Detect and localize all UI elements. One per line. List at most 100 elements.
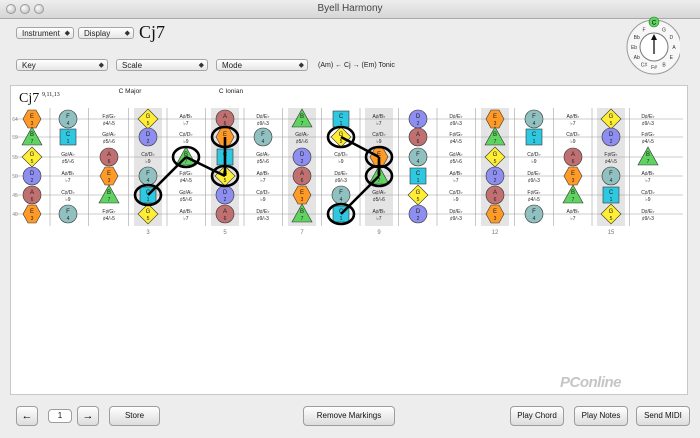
fret-note[interactable]: B7 xyxy=(21,126,43,146)
fret-note[interactable]: C1 xyxy=(332,110,350,128)
fret-note[interactable]: G♯/A♭♯5/♭6 xyxy=(61,152,74,165)
scale-select[interactable]: Scale ◆ xyxy=(116,59,208,71)
accidental-note-name: A♯/B♭ xyxy=(373,114,386,120)
note-degree: 4 xyxy=(147,178,150,184)
play-notes-button[interactable]: Play Notes xyxy=(574,406,628,426)
fret-note[interactable]: D2 xyxy=(408,204,428,224)
note-degree: 3 xyxy=(572,178,575,184)
remove-markings-button[interactable]: Remove Markings xyxy=(303,406,395,426)
fret-note[interactable]: F4 xyxy=(138,166,158,186)
note-degree: 6 xyxy=(494,197,497,203)
fret-note[interactable]: E3 xyxy=(99,166,119,186)
fret-note[interactable]: G♯/A♭♯5/♭6 xyxy=(179,190,192,203)
fret-note[interactable]: C♯/D♭♭9 xyxy=(566,132,579,145)
fret-note[interactable]: C1 xyxy=(59,128,77,146)
fret-note[interactable]: D♯/E♭♯9/♭3 xyxy=(449,114,462,127)
fret-note[interactable]: F4 xyxy=(58,109,78,129)
next-page-button[interactable]: → xyxy=(77,406,99,426)
fret-note[interactable]: F♯/G♭♯4/♭5 xyxy=(641,132,654,145)
fret-note[interactable]: C1 xyxy=(602,186,620,204)
fret-note[interactable]: C♯/D♭♭9 xyxy=(449,190,462,203)
fret-note[interactable]: D♯/E♭♯9/♭3 xyxy=(527,171,540,184)
fret-note[interactable]: D2 xyxy=(215,185,235,205)
fret-note[interactable]: D2 xyxy=(408,109,428,129)
fret-note[interactable]: C♯/D♭♭9 xyxy=(61,190,74,203)
fret-note[interactable]: D♯/E♭♯9/♭3 xyxy=(641,209,654,222)
fret-note[interactable]: G5 xyxy=(21,146,43,168)
fret-note[interactable]: A6 xyxy=(215,109,235,129)
fret-note[interactable]: F♯/G♭♯4/♭5 xyxy=(449,132,462,145)
fret-note[interactable]: F♯/G♭♯4/♭5 xyxy=(179,171,192,184)
fret-note[interactable]: B7 xyxy=(562,184,584,204)
fret-note[interactable]: A♯/B♭♭7 xyxy=(257,171,270,184)
fret-note[interactable]: A♯/B♭♭7 xyxy=(567,114,580,127)
send-midi-button[interactable]: Send MIDI xyxy=(636,406,690,426)
fret-note[interactable]: A6 xyxy=(99,147,119,167)
fret-note[interactable]: D2 xyxy=(22,166,42,186)
fret-note[interactable]: A6 xyxy=(22,185,42,205)
page-number-field[interactable]: 1 xyxy=(48,409,72,423)
display-select[interactable]: Display ◆ xyxy=(78,27,134,39)
fret-note[interactable]: A♯/B♭♭7 xyxy=(450,171,463,184)
fret-note[interactable]: F4 xyxy=(524,109,544,129)
fret-note[interactable]: A♯/B♭♭7 xyxy=(180,209,193,222)
fret-note[interactable]: D2 xyxy=(601,127,621,147)
fret-note[interactable]: C1 xyxy=(525,128,543,146)
fret-note[interactable]: A6 xyxy=(292,166,312,186)
fret-note[interactable]: A♯/B♭♭7 xyxy=(642,171,655,184)
fret-note[interactable]: F4 xyxy=(58,204,78,224)
fret-note[interactable]: F4 xyxy=(331,185,351,205)
fret-note[interactable]: D♯/E♭♯9/♭3 xyxy=(334,171,347,184)
fret-note[interactable]: G♯/A♭♯5/♭6 xyxy=(102,132,115,145)
fret-note[interactable]: C1 xyxy=(409,167,427,185)
fret-note[interactable]: G♯/A♭♯5/♭6 xyxy=(372,190,385,203)
fret-note[interactable]: F4 xyxy=(253,127,273,147)
store-button[interactable]: Store xyxy=(109,406,160,426)
fret-note[interactable]: D2 xyxy=(485,166,505,186)
note-name: A xyxy=(107,152,111,158)
fret-note[interactable]: E3 xyxy=(563,166,583,186)
fret-note[interactable]: E3 xyxy=(22,109,42,129)
fret-note[interactable]: G♯/A♭♯5/♭6 xyxy=(256,152,269,165)
fret-note[interactable]: D♯/E♭♯9/♭3 xyxy=(449,209,462,222)
fret-note[interactable]: F♯/G♭♯4/♭5 xyxy=(527,190,540,203)
fret-note[interactable]: A6 xyxy=(215,204,235,224)
fret-note[interactable]: A♯/B♭♭7 xyxy=(567,209,580,222)
fret-note[interactable]: A6 xyxy=(408,127,428,147)
fret-note[interactable]: D2 xyxy=(138,127,158,147)
fret-note[interactable]: D♯/E♭♯9/♭3 xyxy=(256,114,269,127)
fret-note[interactable]: A6 xyxy=(485,185,505,205)
accidental-note-name: A♯/B♭ xyxy=(450,171,463,177)
fret-note[interactable]: A♯/B♭♭7 xyxy=(62,171,75,184)
fret-note[interactable]: F♯/G♭♯4/♭5 xyxy=(102,209,115,222)
fret-note[interactable]: F4 xyxy=(408,147,428,167)
fret-note[interactable]: F♯/G♭♯4/♭5 xyxy=(604,152,617,165)
fret-note[interactable]: B7 xyxy=(637,146,659,166)
fret-note[interactable]: G♯/A♭♯5/♭6 xyxy=(295,132,308,145)
fret-note[interactable]: D♯/E♭♯9/♭3 xyxy=(641,114,654,127)
fret-note[interactable]: C♯/D♭♭9 xyxy=(334,152,347,165)
fret-note[interactable]: A♯/B♭♭7 xyxy=(180,114,193,127)
prev-page-button[interactable]: ← xyxy=(16,406,38,426)
key-select[interactable]: Key ◆ xyxy=(16,59,108,71)
instrument-select[interactable]: Instrument ◆ xyxy=(16,27,74,39)
fret-note[interactable]: C♯/D♭♭9 xyxy=(179,132,192,145)
fret-note[interactable]: C♯/D♭♭9 xyxy=(641,190,654,203)
fret-note[interactable]: A6 xyxy=(563,147,583,167)
fret-note[interactable]: F4 xyxy=(601,166,621,186)
fret-note[interactable]: G5 xyxy=(407,184,429,206)
fret-note[interactable]: F4 xyxy=(524,204,544,224)
fret-note[interactable]: E3 xyxy=(22,204,42,224)
fret-note[interactable]: C♯/D♭♭9 xyxy=(256,190,269,203)
fret-note[interactable]: B7 xyxy=(98,184,120,204)
fret-note[interactable]: G♯/A♭♯5/♭6 xyxy=(449,152,462,165)
fretboard[interactable]: Cj7 9,11,13 C Major C Ionian6459555045403 5 7… xyxy=(11,86,687,394)
circle-of-fifths[interactable]: C GDAEBF#C#AbEbBbF I xyxy=(620,14,680,76)
mode-select[interactable]: Mode ◆ xyxy=(216,59,308,71)
accidental-note-degree: ♯5/♭6 xyxy=(296,139,308,145)
fret-note[interactable]: D♯/E♭♯9/♭3 xyxy=(256,209,269,222)
fret-note[interactable]: F♯/G♭♯4/♭5 xyxy=(102,114,115,127)
fret-note[interactable]: D2 xyxy=(292,147,312,167)
play-chord-button[interactable]: Play Chord xyxy=(510,406,564,426)
fret-note[interactable]: C♯/D♭♭9 xyxy=(527,152,540,165)
